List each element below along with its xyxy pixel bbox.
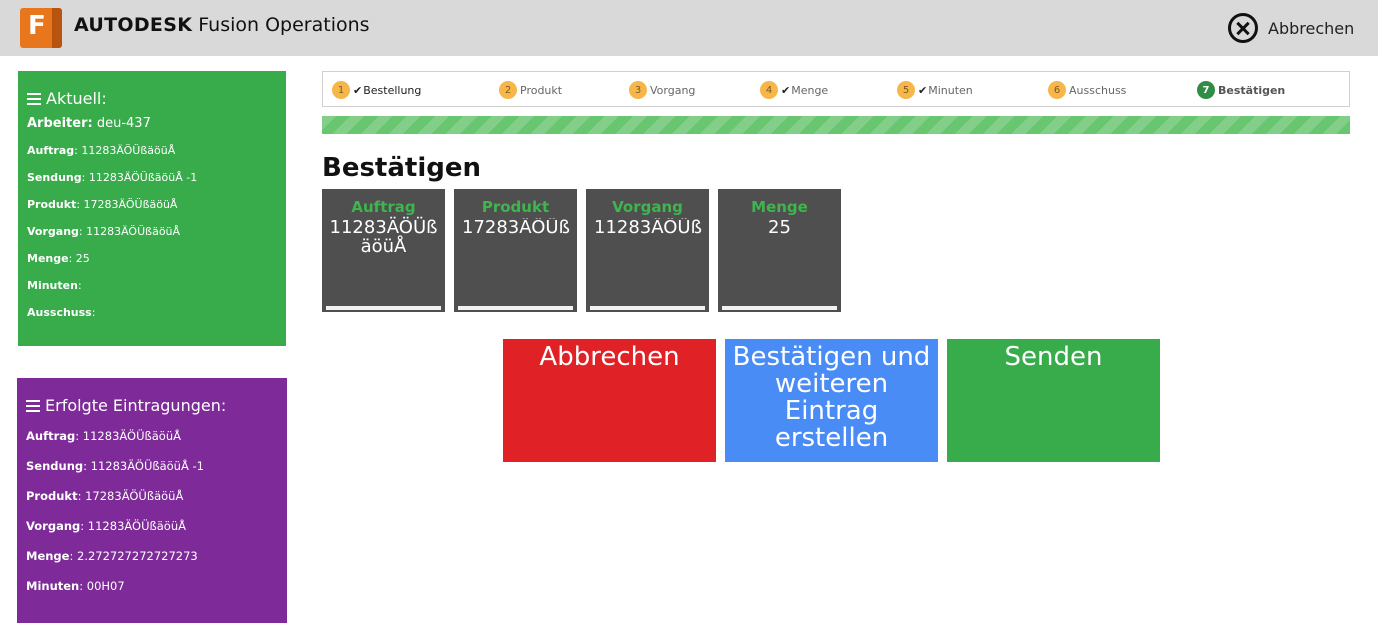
current-panel: Aktuell: Arbeiter: deu-437 Auftrag: 1128… <box>18 71 286 346</box>
step-minuten[interactable]: 5 ✔ Minuten <box>897 81 973 99</box>
tile-label: Menge <box>751 198 808 216</box>
worker-label: Arbeiter <box>27 116 88 131</box>
current-item-ausschuss: Ausschuss: <box>27 306 96 319</box>
worker-line: Arbeiter: deu-437 <box>27 116 151 131</box>
tile-label: Vorgang <box>612 198 683 216</box>
tile-value: 11283ÄÖÜßäöüÅ <box>594 218 703 237</box>
entries-panel: Erfolgte Eintragungen: Auftrag: 11283ÄÖÜ… <box>17 378 287 623</box>
entries-panel-title: Erfolgte Eintragungen: <box>26 396 278 415</box>
worker-value: deu-437 <box>96 116 151 131</box>
tile-value: 11283ÄÖÜßäöüÅ <box>329 217 438 257</box>
progress-fill <box>322 116 1350 134</box>
brand-rest: Fusion Operations <box>198 14 370 36</box>
step-wizard: 1 ✔ Bestellung 2 Produkt 3 Vorgang 4 ✔ Menge 5… <box>322 71 1350 107</box>
tile-vorgang[interactable]: Vorgang 11283ÄÖÜßäöüÅ <box>586 189 709 312</box>
cancel-button[interactable]: Abbrechen <box>503 339 716 462</box>
confirm-and-new-button[interactable]: Bestätigen und weiteren Eintrag erstelle… <box>725 339 938 462</box>
current-item-menge: Menge: 25 <box>27 252 90 265</box>
header-cancel-button[interactable]: Abbrechen <box>1228 13 1354 43</box>
entry-item-sendung: Sendung: 11283ÄÖÜßäöüÅ -1 <box>26 459 204 473</box>
step-menge[interactable]: 4 ✔ Menge <box>760 81 828 99</box>
page-title: Bestätigen <box>322 153 481 183</box>
tile-label: Produkt <box>481 198 550 216</box>
entry-item-vorgang: Vorgang: 11283ÄÖÜßäöüÅ <box>26 519 186 533</box>
step-bestaetigen[interactable]: 7 Bestätigen <box>1197 81 1285 99</box>
entry-item-menge: Menge: 2.272727272727273 <box>26 549 198 563</box>
entry-item-produkt: Produkt: 17283ÄÖÜßäöüÅ <box>26 489 184 503</box>
send-button[interactable]: Senden <box>947 339 1160 462</box>
tile-value: 25 <box>768 217 791 238</box>
entries-list: Auftrag: 11283ÄÖÜßäöüÅ Sendung: 11283ÄÖÜ… <box>26 421 278 601</box>
check-icon: ✔ <box>918 83 928 97</box>
current-panel-title: Aktuell: <box>27 89 277 108</box>
progress-bar <box>322 116 1350 134</box>
tile-produkt[interactable]: Produkt 17283ÄÖÜßäöüÅ <box>454 189 577 312</box>
close-circle-icon[interactable] <box>1228 13 1258 43</box>
fusion-logo-icon: F <box>20 8 62 48</box>
header-cancel-label[interactable]: Abbrechen <box>1268 19 1354 38</box>
current-item-sendung: Sendung: 11283ÄÖÜßäöüÅ -1 <box>27 171 198 184</box>
check-icon: ✔ <box>353 83 363 97</box>
current-item-produkt: Produkt: 17283ÄÖÜßäöüÅ <box>27 198 178 211</box>
brand-bold: AUTODESK <box>74 14 193 36</box>
current-item-auftrag: Auftrag: 11283ÄÖÜßäöüÅ <box>27 144 176 157</box>
entries-title-text: Erfolgte Eintragungen: <box>45 396 227 415</box>
app-header: F AUTODESK Fusion Operations Abbrechen <box>0 0 1378 56</box>
step-produkt[interactable]: 2 Produkt <box>499 81 562 99</box>
current-title-text: Aktuell: <box>46 89 107 108</box>
step-ausschuss[interactable]: 6 Ausschuss <box>1048 81 1126 99</box>
current-item-vorgang: Vorgang: 11283ÄÖÜßäöüÅ <box>27 225 181 238</box>
current-item-minuten: Minuten: <box>27 279 82 292</box>
tile-menge[interactable]: Menge 25 <box>718 189 841 312</box>
tile-label: Auftrag <box>351 198 416 216</box>
logo-letter: F <box>28 11 46 41</box>
step-vorgang[interactable]: 3 Vorgang <box>629 81 695 99</box>
menu-icon <box>26 399 40 412</box>
step-bestellung[interactable]: 1 ✔ Bestellung <box>332 81 421 99</box>
current-list: Auftrag: 11283ÄÖÜßäöüÅ Sendung: 11283ÄÖÜ… <box>27 137 277 326</box>
entry-item-auftrag: Auftrag: 11283ÄÖÜßäöüÅ <box>26 429 181 443</box>
check-icon: ✔ <box>781 83 791 97</box>
menu-icon <box>27 92 41 105</box>
entry-item-minuten: Minuten: 00H07 <box>26 579 125 593</box>
brand-title: AUTODESK Fusion Operations <box>74 14 370 36</box>
tile-value: 17283ÄÖÜßäöüÅ <box>462 218 571 237</box>
tile-auftrag[interactable]: Auftrag 11283ÄÖÜßäöüÅ <box>322 189 445 312</box>
